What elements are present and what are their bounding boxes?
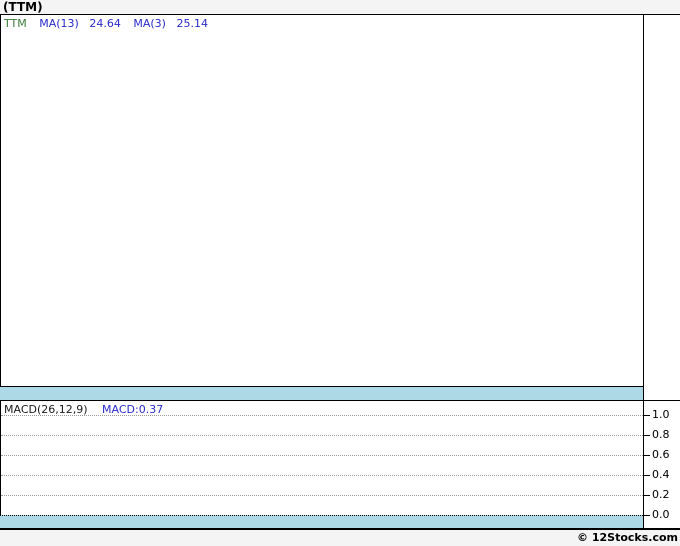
y-axis-tick-label: 0.6	[652, 448, 670, 461]
y-axis-tick	[644, 475, 650, 476]
macd-gridline	[1, 495, 643, 496]
y-axis-line	[643, 15, 644, 529]
panel-separator-line	[0, 400, 680, 401]
y-axis-tick	[644, 415, 650, 416]
y-axis-tick	[644, 515, 650, 516]
stock-chart-screen: { "header": { "title": "(TTM)" }, "main_…	[0, 0, 680, 546]
y-axis-tick	[644, 435, 650, 436]
macd-zero-band	[0, 515, 643, 528]
legend-ma3-value: 25.14	[176, 17, 208, 30]
y-axis-tick-label: 0.4	[652, 468, 670, 481]
y-axis-tick-label: 1.0	[652, 408, 670, 421]
y-axis-tick-label: 0.0	[652, 508, 670, 521]
legend-ma13-label: MA(13)	[39, 17, 79, 30]
watermark-credit: © 12Stocks.com	[577, 531, 678, 544]
chart-header: (TTM)	[0, 0, 680, 15]
chart-footer: © 12Stocks.com	[0, 530, 680, 546]
y-axis-tick	[644, 495, 650, 496]
legend-ma3-label: MA(3)	[133, 17, 166, 30]
legend-symbol: TTM	[4, 17, 27, 30]
y-axis-tick-label: 0.8	[652, 428, 670, 441]
symbol-title: (TTM)	[3, 0, 43, 14]
macd-gridline	[1, 435, 643, 436]
macd-gridline	[1, 475, 643, 476]
macd-gridline	[1, 415, 643, 416]
chart-left-border	[0, 15, 1, 529]
y-axis-tick	[644, 455, 650, 456]
macd-gridline	[1, 455, 643, 456]
y-axis-tick-label: 0.2	[652, 488, 670, 501]
main-chart-legend: TTM MA(13) 24.64 MA(3) 25.14	[4, 17, 217, 30]
main-panel-bottom-band	[0, 386, 643, 400]
legend-ma13-value: 24.64	[89, 17, 121, 30]
